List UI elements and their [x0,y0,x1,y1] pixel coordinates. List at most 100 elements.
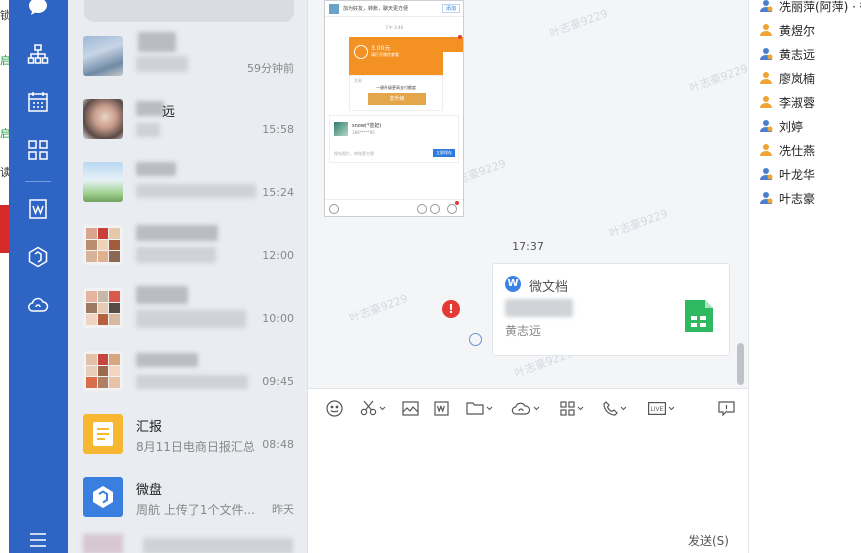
phone-amount: 3.00元 [371,45,391,52]
conversation-time: 08:48 [262,438,294,451]
conversation-name: 微盘 [136,483,163,498]
send-failed-icon[interactable]: ! [442,300,460,318]
send-button[interactable]: 发送(S) [688,532,729,549]
admin-user-icon [760,192,773,204]
avatar [83,288,123,328]
avatar [83,99,123,139]
conversation-item-wedrive[interactable]: 微盘 周航 上传了1个文件... 昨天 [68,465,307,528]
member-item[interactable]: 叶志豪 [759,188,815,208]
admin-user-icon [760,48,773,60]
apps-icon[interactable] [560,399,584,417]
org-chart-icon[interactable] [25,41,51,67]
member-item[interactable]: 叶龙华 [759,164,815,184]
message-time: 17:37 [512,240,544,253]
member-name: 黄煜尔 [779,23,816,38]
phone-tag: 交易 [354,78,362,83]
conversation-item-partial[interactable] [84,0,294,22]
sending-spinner-icon [469,333,482,346]
screen-share-icon[interactable] [718,399,735,417]
message-input[interactable] [308,424,748,553]
member-item[interactable]: 冼丽萍(阿萍) · 微 [759,0,861,16]
svg-text:LIVE: LIVE [650,407,663,413]
doc-card-title: 微文档 [529,280,569,295]
emoji-icon[interactable] [326,399,343,417]
scissors-icon[interactable] [360,399,386,417]
member-name: 冼仕燕 [779,143,816,158]
user-icon [760,144,772,156]
conversation-list: 59分钟前 远 15:58 15:24 12:00 10:00 09:45 汇报… [68,0,308,553]
conversation-time: 昨天 [272,503,294,516]
wedrive-icon[interactable] [25,244,51,270]
wedoc-icon: W [505,276,521,292]
phone-hint: 一键升级更高支付额度 [376,85,416,90]
avatar [83,36,123,76]
conversation-time: 15:58 [262,123,294,136]
conversation-time: 10:00 [262,312,294,325]
live-icon[interactable]: LIVE [648,399,675,417]
conversation-item[interactable]: 12:00 [68,213,307,276]
spreadsheet-file-icon [685,300,713,332]
edge-char: 读 [0,166,9,179]
phone-save-button: 立即保存 [433,149,455,157]
conversation-item[interactable]: 09:45 [68,339,307,402]
calendar-icon[interactable] [25,89,51,115]
user-icon [760,96,772,108]
member-item[interactable]: 黄煜尔 [759,20,815,40]
folder-icon[interactable] [466,399,493,417]
edge-char: 锁 [0,9,9,22]
member-item[interactable]: 李淑蓉 [759,92,815,112]
conversation-item[interactable]: 15:24 [68,150,307,213]
phone-upgrade-button: 去升级 [368,93,426,105]
conversation-preview: 周航 上传了1个文件... [136,503,255,517]
apps-grid-icon[interactable] [25,137,51,163]
phone-time: 下午 3:46 [384,25,404,30]
member-list: 冼丽萍(阿萍) · 微 黄煜尔 黄志远 廖岚楠 李淑蓉 刘婷 冼仕燕 叶龙华 [748,0,861,553]
chat-scrollbar[interactable] [737,343,744,385]
member-name: 冼丽萍(阿萍) · 微 [779,0,861,14]
member-item[interactable]: 黄志远 [759,44,815,64]
menu-icon[interactable] [25,527,51,553]
member-name: 黄志远 [779,47,816,62]
avatar [83,225,123,265]
image-icon[interactable] [402,399,419,417]
edge-char: 启 [0,127,9,140]
conversation-item[interactable]: 59分钟前 [68,24,307,87]
doc-card-author: 黄志远 [505,324,542,338]
member-item[interactable]: 冼仕燕 [759,140,815,160]
user-icon [760,24,772,36]
conversation-item[interactable]: 远 15:58 [68,87,307,150]
phone-add-button: 添加 [441,4,460,13]
user-icon [760,72,772,84]
conversation-time: 12:00 [262,249,294,262]
avatar [83,162,123,202]
chat-message-area[interactable]: 叶志豪9229 叶志豪9229 叶志豪9229 叶志豪9229 叶志豪9229 … [308,0,748,388]
watermark: 叶志豪9229 [547,6,610,41]
watermark: 叶志豪9229 [607,206,670,241]
member-item[interactable]: 廖岚楠 [759,68,815,88]
conversation-name: 远 [162,105,176,120]
chat-bubble-icon[interactable] [25,0,51,20]
member-name: 叶龙华 [779,167,816,182]
image-message[interactable]: 加为好友，转账，聊天更方便 添加 下午 3:46 3.00元 请打开微信查看 交… [324,0,464,217]
conversation-item[interactable]: 10:00 [68,276,307,339]
conversation-preview: 8月11日电商日报汇总 [136,440,255,454]
conversation-time: 59分钟前 [247,62,294,75]
wedoc-card-message[interactable]: W 微文档 黄志远 [492,263,730,356]
phone-icon[interactable] [603,399,627,417]
conversation-time: 15:24 [262,186,294,199]
watermark: 叶志豪9229 [347,291,410,326]
phone-user-phone: 186*****95 [352,130,375,135]
wecom-window: 锁 启 启 读 59分钟前 远 15:58 15:24 12:00 10:00 … [0,0,861,553]
cloud-share-icon[interactable] [511,399,540,417]
watermark: 叶志豪9229 [687,61,748,96]
admin-user-icon [760,0,773,12]
cloud-icon[interactable] [25,292,51,318]
wedoc-icon[interactable] [434,399,449,417]
member-item[interactable]: 刘婷 [759,116,803,136]
edge-char: 启 [0,54,9,67]
background-window-strip: 锁 启 启 读 [0,0,9,553]
conversation-item-report[interactable]: 汇报 8月11日电商日报汇总 08:48 [68,402,307,465]
wedoc-icon[interactable] [25,196,51,222]
conversation-time: 09:45 [262,375,294,388]
input-toolbar: LIVE [308,388,748,424]
